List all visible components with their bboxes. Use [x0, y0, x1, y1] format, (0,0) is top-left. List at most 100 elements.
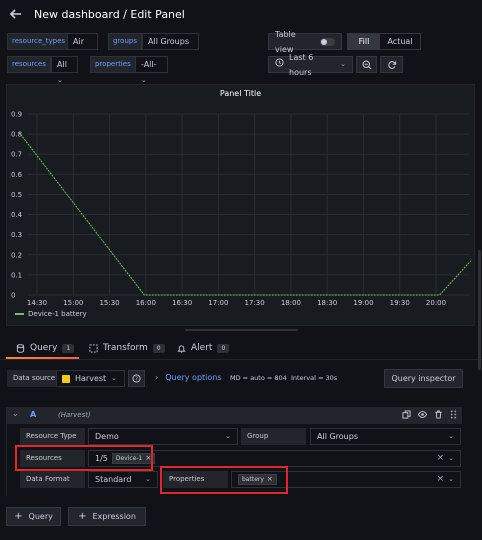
chart-legend[interactable]: Device-1 battery [15, 310, 87, 318]
svg-text:?: ? [135, 377, 138, 383]
help-icon: ? [132, 374, 141, 383]
tab-transform[interactable]: Transform 0 [89, 343, 165, 353]
variable-label-groups: groups [108, 33, 142, 50]
x-tick-label: 15:00 [63, 299, 83, 307]
x-tick-label: 14:30 [27, 299, 47, 307]
y-tick-label: 0.6 [11, 171, 23, 179]
chevron-down-icon[interactable]: ⌄ [448, 472, 454, 487]
y-tick-label: 0.9 [11, 111, 22, 119]
refresh-button[interactable] [380, 56, 403, 73]
tab-query[interactable]: Query 1 [16, 343, 75, 353]
y-tick-label: 0.3 [11, 231, 22, 239]
chevron-down-icon: ⌄ [145, 475, 151, 483]
data-format-select[interactable]: Standard ⌄ [88, 471, 158, 488]
y-tick-label: 0.1 [11, 271, 22, 279]
query-ref-id[interactable]: A [30, 410, 36, 419]
series-line [18, 131, 472, 296]
chart-plot: 0.9 0.8 0.7 0.6 0.5 0.4 0.3 0.2 0.1 0 14:30 15:00 15… [11, 111, 472, 307]
variable-select-resources[interactable]: All ⌄ [51, 56, 78, 84]
bell-icon [177, 344, 186, 353]
x-tick-label: 16:30 [172, 299, 192, 307]
clear-icon[interactable]: × [437, 472, 445, 487]
highlight-resources [15, 445, 153, 471]
tab-count-badge: 1 [62, 343, 75, 353]
y-tick-label: 0.2 [11, 251, 22, 259]
time-range-label: Last 6 hours [289, 52, 314, 77]
legend-swatch [15, 313, 24, 315]
x-tick-label: 20:00 [426, 299, 446, 307]
drag-handle-icon[interactable] [450, 410, 457, 419]
tab-label: Transform [103, 343, 148, 353]
x-tick-label: 15:30 [99, 299, 119, 307]
add-expression-button[interactable]: + Expression [68, 507, 146, 526]
x-tick-label: 16:00 [136, 299, 156, 307]
clear-icon[interactable]: × [437, 451, 445, 466]
variable-value: All Groups [148, 37, 189, 46]
x-tick-label: 18:00 [281, 299, 301, 307]
tab-label: Alert [191, 343, 213, 353]
tab-count-badge: 0 [217, 343, 230, 353]
variable-label-properties: properties [90, 56, 136, 73]
query-options-md: MD = auto = 804 [230, 374, 287, 382]
data-format-value: Standard [95, 475, 132, 484]
y-tick-label: 0.8 [11, 131, 22, 139]
tab-label: Query [30, 343, 58, 353]
database-icon [16, 343, 25, 353]
back-arrow-icon[interactable] [9, 7, 23, 21]
chevron-down-icon[interactable]: ⌄ [448, 451, 454, 466]
resize-splitter[interactable] [185, 329, 298, 331]
y-tick-label: 0.7 [11, 151, 22, 159]
resource-type-label: Resource Type [20, 428, 85, 445]
x-tick-label: 19:30 [390, 299, 410, 307]
actual-button[interactable]: Actual [380, 34, 420, 49]
time-range-picker[interactable]: Last 6 hours ⌄ [268, 53, 353, 77]
eye-icon[interactable] [418, 410, 427, 419]
y-tick-label: 0.4 [11, 211, 23, 219]
variable-select-groups[interactable]: All Groups ⌄ [142, 33, 199, 61]
query-inspector-button[interactable]: Query inspector [384, 369, 463, 388]
group-select[interactable]: All Groups ⌄ [310, 428, 461, 445]
datasource-help-button[interactable]: ? [128, 370, 145, 387]
fill-button[interactable]: Fill [348, 34, 380, 49]
refresh-icon [387, 60, 396, 69]
scrollbar[interactable] [478, 250, 481, 370]
data-format-label: Data Format [20, 471, 85, 488]
resource-type-select[interactable]: Demo ⌄ [88, 428, 238, 445]
variable-value: Air [73, 37, 84, 46]
x-tick-label: 18:30 [317, 299, 337, 307]
plus-icon: + [14, 511, 23, 522]
clock-icon [275, 57, 284, 72]
chevron-down-icon: ⌄ [57, 76, 63, 84]
variable-select-properties[interactable]: -All- ⌄ [135, 56, 168, 84]
resource-type-value: Demo [95, 432, 119, 441]
y-tick-label: 0 [11, 292, 15, 300]
query-row-left-border [6, 424, 7, 496]
variable-value: All [57, 60, 67, 69]
highlight-properties [160, 466, 288, 494]
x-tick-label: 17:00 [208, 299, 228, 307]
chevron-down-icon: ⌄ [225, 432, 231, 440]
harvest-logo-icon [62, 374, 70, 383]
fill-actual-group: Fill Actual [347, 33, 421, 50]
datasource-picker[interactable]: Harvest ⌄ [56, 370, 125, 387]
chevron-down-icon: ⌄ [141, 76, 147, 84]
toggle-switch [319, 37, 335, 46]
plus-icon: + [78, 511, 87, 522]
add-query-button[interactable]: + Query [6, 507, 61, 526]
table-view-toggle[interactable]: Table view [268, 30, 342, 54]
variable-label-resources: resources [7, 56, 51, 73]
trash-icon[interactable] [434, 410, 443, 419]
legend-label: Device-1 battery [28, 310, 87, 318]
variable-label-resource-types: resource_types [7, 33, 71, 50]
panel: Panel Title 0.9 0.8 0.7 0.6 0.5 0.4 0.3 0.2 0.1 0… [6, 84, 475, 326]
collapse-chevron-icon[interactable]: ⌄ [12, 409, 19, 418]
tab-alert[interactable]: Alert 0 [177, 343, 230, 353]
query-options-interval: Interval = 30s [291, 374, 338, 382]
add-expression-label: Expression [92, 512, 136, 521]
duplicate-icon[interactable] [402, 410, 411, 419]
chevron-down-icon: ⌄ [340, 60, 346, 68]
datasource-label: Data source [7, 370, 62, 387]
variable-select-resource-types[interactable]: Air ⌄ [67, 33, 98, 61]
zoom-out-button[interactable] [356, 56, 377, 73]
query-options-toggle[interactable]: › Query options [155, 373, 222, 382]
